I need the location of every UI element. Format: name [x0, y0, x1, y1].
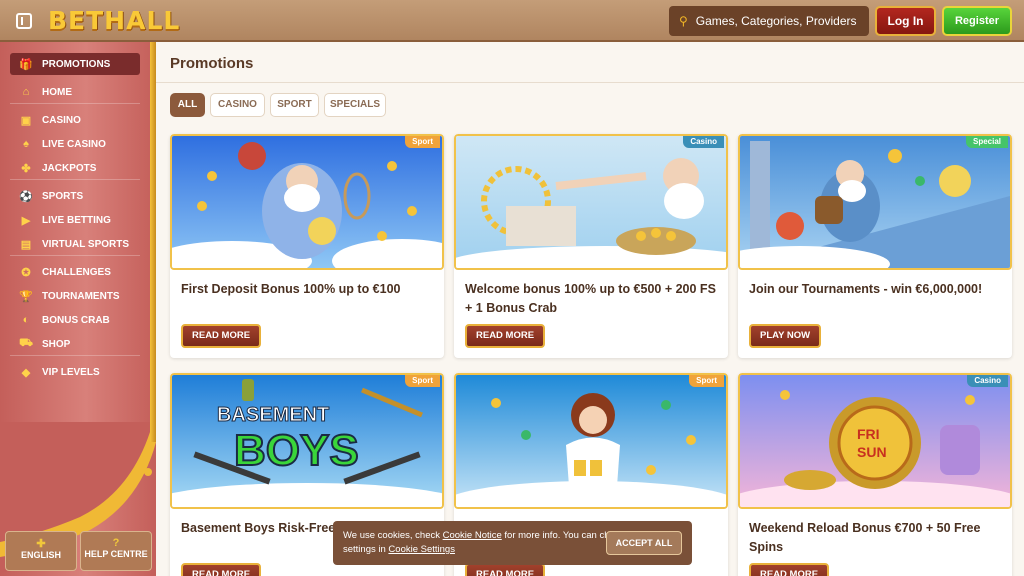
- sidebar-item-tournaments[interactable]: 🏆 TOURNAMENTS: [10, 285, 140, 307]
- sidebar-item-label: JACKPOTS: [42, 162, 97, 174]
- sidebar-divider: [10, 255, 140, 256]
- cookie-text-1: We use cookies, check: [343, 530, 443, 541]
- sidebar-item-label: CHALLENGES: [42, 266, 111, 278]
- sidebar-item-label: SHOP: [42, 338, 71, 350]
- medal-icon: ✪: [21, 266, 31, 279]
- search-placeholder: Games, Categories, Providers: [695, 14, 857, 28]
- sidebar-divider: [10, 355, 140, 356]
- promo-card[interactable]: Sport First Deposit Bonus 100% up to €100…: [170, 134, 444, 358]
- promo-image[interactable]: Sport: [170, 134, 444, 270]
- sidebar-item-label: CASINO: [42, 114, 81, 126]
- gift-icon: 🎁: [19, 58, 33, 71]
- promo-image[interactable]: Special: [738, 134, 1012, 270]
- live-icon: ▶: [21, 214, 31, 227]
- promo-title: Welcome bonus 100% up to €500 + 200 FS +…: [465, 282, 716, 315]
- promo-image[interactable]: FRI SUN Casino: [738, 373, 1012, 509]
- crab-icon: ◐: [22, 314, 30, 326]
- search-icon: ⚲: [679, 14, 688, 28]
- sidebar-item-label: BONUS CRAB: [42, 314, 110, 326]
- page-title: Promotions: [170, 55, 254, 72]
- category-badge: Special: [965, 136, 1008, 148]
- promo-card[interactable]: FRI SUN Casino Weekend Reload Bonus €700 + …: [738, 373, 1012, 576]
- sidebar-item-label: HOME: [42, 86, 72, 98]
- read-more-button[interactable]: READ MORE: [181, 324, 262, 348]
- sidebar-item-label: SPORTS: [42, 190, 84, 202]
- sidebar-item-vip-levels[interactable]: ◆ VIP LEVELS: [10, 361, 140, 383]
- menu-toggle-icon[interactable]: [16, 13, 32, 29]
- sidebar-item-challenges[interactable]: ✪ CHALLENGES: [10, 261, 140, 283]
- promo-title: Weekend Reload Bonus €700 + 50 Free Spin…: [749, 521, 981, 554]
- sidebar-item-live-betting[interactable]: ▶ LIVE BETTING: [10, 209, 140, 231]
- category-badge: Sport: [405, 375, 440, 387]
- category-badge: Casino: [683, 136, 724, 148]
- sidebar-item-label: VIP LEVELS: [42, 366, 100, 378]
- sun-art-text: SUN: [857, 444, 887, 460]
- sidebar-item-virtual-sports[interactable]: ▤ VIRTUAL SPORTS: [10, 233, 140, 255]
- cookie-settings-link[interactable]: Cookie Settings: [388, 544, 455, 555]
- sidebar-item-casino[interactable]: ▣ CASINO: [10, 109, 140, 131]
- promo-title: First Deposit Bonus 100% up to €100: [181, 282, 401, 296]
- cookie-banner: We use cookies, check Cookie Notice for …: [333, 521, 692, 565]
- sidebar-item-label: VIRTUAL SPORTS: [42, 238, 130, 250]
- ball-icon: ⚽: [19, 190, 33, 203]
- promo-title: Join our Tournaments - win €6,000,000!: [749, 282, 983, 296]
- promo-image[interactable]: BASEMENT BOYS Sport: [170, 373, 444, 509]
- register-button[interactable]: Register: [942, 6, 1012, 36]
- home-icon: ⌂: [22, 86, 30, 98]
- category-badge: Sport: [689, 375, 724, 387]
- sidebar-item-label: PROMOTIONS: [42, 58, 111, 70]
- language-button[interactable]: ✚ ENGLISH: [5, 531, 77, 571]
- language-label: ENGLISH: [20, 550, 61, 560]
- diamond-icon: ◆: [21, 366, 31, 379]
- cards-icon: ♠: [23, 138, 29, 150]
- filter-tab-sport[interactable]: SPORT: [270, 93, 319, 117]
- logo[interactable]: BETHALL: [48, 6, 180, 35]
- read-more-button[interactable]: READ MORE: [465, 324, 546, 348]
- sidebar-item-jackpots[interactable]: ✤ JACKPOTS: [10, 157, 140, 179]
- promo-card[interactable]: Casino Welcome bonus 100% up to €500 + 20…: [454, 134, 728, 358]
- read-more-button[interactable]: READ MORE: [181, 563, 262, 576]
- top-header: BETHALL ⚲ Games, Categories, Providers L…: [0, 0, 1024, 42]
- sidebar-divider: [10, 103, 140, 104]
- accept-all-button[interactable]: ACCEPT ALL: [606, 531, 682, 555]
- cookie-notice-link[interactable]: Cookie Notice: [443, 530, 502, 541]
- category-badge: Casino: [967, 375, 1008, 387]
- sidebar-item-bonus-crab[interactable]: ◐ BONUS CRAB: [10, 309, 140, 331]
- sidebar-item-promotions[interactable]: 🎁 PROMOTIONS: [10, 53, 140, 75]
- filter-tab-all[interactable]: ALL: [170, 93, 205, 117]
- promo-card[interactable]: Special Join our Tournaments - win €6,000…: [738, 134, 1012, 358]
- play-now-button[interactable]: PLAY NOW: [749, 324, 822, 348]
- search-input[interactable]: ⚲ Games, Categories, Providers: [669, 6, 869, 36]
- slot-icon: ▣: [20, 114, 32, 127]
- sidebar-item-home[interactable]: ⌂ HOME: [10, 81, 140, 103]
- sidebar-divider: [10, 179, 140, 180]
- help-centre-button[interactable]: ? HELP CENTRE: [80, 531, 152, 571]
- trophy-icon: 🏆: [19, 290, 33, 303]
- read-more-button[interactable]: READ MORE: [749, 563, 830, 576]
- boys-art-text: BOYS: [234, 426, 359, 475]
- fri-art-text: FRI: [857, 426, 880, 442]
- sidebar-item-shop[interactable]: ⛟ SHOP: [10, 333, 140, 355]
- sidebar-item-live-casino[interactable]: ♠ LIVE CASINO: [10, 133, 140, 155]
- monitor-icon: ▤: [20, 238, 32, 251]
- filter-tab-casino[interactable]: CASINO: [210, 93, 265, 117]
- sidebar-item-label: TOURNAMENTS: [42, 290, 120, 302]
- sidebar-item-label: LIVE CASINO: [42, 138, 106, 150]
- uk-flag-icon: ✚: [36, 538, 46, 550]
- filter-tab-specials[interactable]: SPECIALS: [324, 93, 386, 117]
- sidebar-item-sports[interactable]: ⚽ SPORTS: [10, 185, 140, 207]
- divider: [156, 82, 1024, 83]
- basement-art-text: BASEMENT: [217, 404, 329, 426]
- category-badge: Sport: [405, 136, 440, 148]
- login-button[interactable]: Log In: [875, 6, 936, 36]
- basket-icon: ⛟: [19, 337, 33, 349]
- sidebar-item-label: LIVE BETTING: [42, 214, 111, 226]
- promo-image[interactable]: Casino: [454, 134, 728, 270]
- help-label: HELP CENTRE: [84, 549, 148, 559]
- help-icon: ?: [112, 537, 120, 549]
- clover-icon: ✤: [21, 162, 31, 175]
- promo-image[interactable]: Sport: [454, 373, 728, 509]
